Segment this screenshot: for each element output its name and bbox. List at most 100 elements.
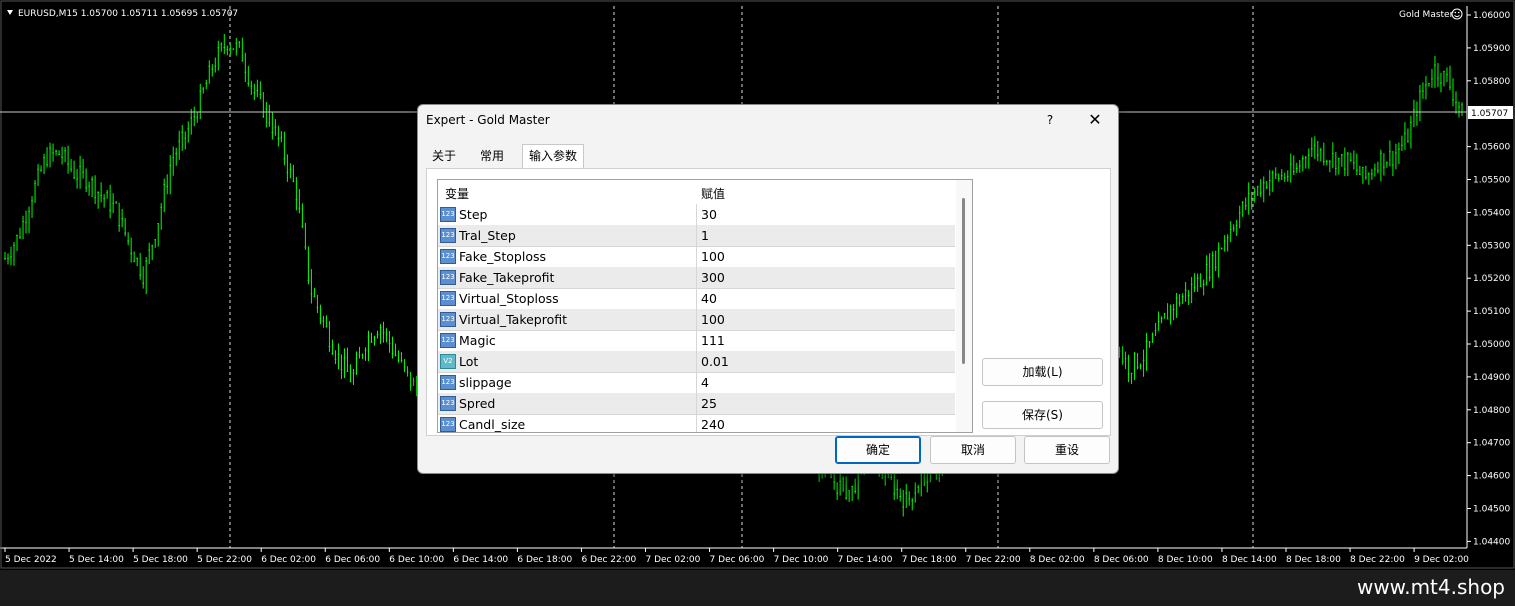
parameter-name: Tral_Step [459, 228, 516, 243]
price-label: 1.04600 [1473, 472, 1510, 482]
current-price-label: 1.05707 [1471, 109, 1508, 119]
price-label: 1.05300 [1473, 241, 1510, 251]
parameter-row[interactable]: 123 Fake_Stoploss 100 [438, 246, 955, 268]
time-label: 6 Dec 02:00 [261, 555, 316, 565]
parameter-name: Magic [459, 333, 496, 348]
smiley-eye-right-icon [1457, 11, 1460, 14]
column-header-variable[interactable]: 变量 [445, 185, 469, 202]
parameter-row[interactable]: 123 Candl_size 240 [438, 414, 956, 432]
ea-name-label: Gold Master [1399, 10, 1454, 20]
inputs-panel: 变量 赋值 123 Step 30 123 Tral_Step 1 123 Fake_Stop… [426, 168, 1111, 436]
parameter-row[interactable]: 123 Spred 25 [438, 393, 955, 415]
parameter-value[interactable]: 1 [696, 225, 956, 246]
parameter-row[interactable]: 123 Virtual_Stoploss 40 [438, 288, 955, 310]
parameter-name: Candl_size [459, 417, 526, 432]
time-label: 8 Dec 06:00 [1094, 555, 1149, 565]
integer-type-icon: 123 [440, 291, 456, 306]
parameter-row[interactable]: 123 slippage 4 [438, 372, 955, 394]
parameter-value[interactable]: 100 [696, 309, 956, 330]
smiley-eye-left-icon [1454, 11, 1457, 14]
time-label: 7 Dec 06:00 [710, 555, 765, 565]
tab-common[interactable]: 常用 [474, 145, 510, 167]
parameter-name: Fake_Takeprofit [459, 270, 555, 285]
time-label: 7 Dec 18:00 [902, 555, 957, 565]
parameter-name: slippage [459, 375, 512, 390]
time-label: 6 Dec 06:00 [325, 555, 380, 565]
parameter-row[interactable]: 123 Magic 111 [438, 330, 955, 352]
integer-type-icon: 123 [440, 333, 456, 348]
time-label: 6 Dec 14:00 [453, 555, 508, 565]
time-label: 8 Dec 18:00 [1286, 555, 1341, 565]
parameter-row[interactable]: 123 Virtual_Takeprofit 100 [438, 309, 955, 331]
parameters-grid[interactable]: 变量 赋值 123 Step 30 123 Tral_Step 1 123 Fake_Stop… [437, 179, 973, 433]
ok-button[interactable]: 确定 [835, 436, 921, 464]
grid-scrollbar-thumb[interactable] [962, 198, 965, 364]
price-label: 1.05000 [1473, 340, 1510, 350]
parameter-row[interactable]: 123 Step 30 [438, 204, 955, 226]
parameter-value[interactable]: 300 [696, 267, 956, 288]
ea-indicator[interactable]: Gold Master [1399, 8, 1463, 20]
price-label: 1.04500 [1473, 505, 1510, 515]
parameter-name: Lot [459, 354, 479, 369]
integer-type-icon: 123 [440, 207, 456, 222]
dialog-titlebar[interactable]: Expert - Gold Master ? ✕ [418, 105, 1118, 135]
column-header-value[interactable]: 赋值 [701, 185, 725, 202]
parameter-value[interactable]: 25 [696, 393, 956, 414]
time-label: 8 Dec 10:00 [1158, 555, 1213, 565]
close-icon: ✕ [1088, 110, 1102, 129]
price-label: 1.05100 [1473, 307, 1510, 317]
parameter-name: Virtual_Stoploss [459, 291, 559, 306]
parameter-name: Virtual_Takeprofit [459, 312, 568, 327]
time-label: 7 Dec 02:00 [646, 555, 701, 565]
time-label: 6 Dec 18:00 [517, 555, 572, 565]
help-button[interactable]: ? [1036, 109, 1064, 131]
tab-inputs[interactable]: 输入参数 [522, 144, 585, 169]
integer-type-icon: 123 [440, 249, 456, 264]
parameter-row[interactable]: 123 Tral_Step 1 [438, 225, 955, 247]
integer-type-icon: 123 [440, 228, 456, 243]
symbol-header-text: EURUSD,M15 1.05700 1.05711 1.05695 1.057… [18, 9, 238, 19]
time-label: 5 Dec 18:00 [133, 555, 188, 565]
time-label: 8 Dec 02:00 [1030, 555, 1085, 565]
price-label: 1.04400 [1473, 537, 1510, 547]
price-label: 1.04900 [1473, 373, 1510, 383]
price-label: 1.05600 [1473, 143, 1510, 153]
time-label: 9 Dec 02:00 [1414, 555, 1469, 565]
time-label: 6 Dec 22:00 [581, 555, 636, 565]
price-label: 1.05500 [1473, 176, 1510, 186]
double-type-icon: V2 [440, 354, 456, 369]
time-label: 5 Dec 2022 [5, 555, 57, 565]
time-label: 8 Dec 14:00 [1222, 555, 1277, 565]
watermark-bar: www.mt4.shop [0, 570, 1515, 606]
parameter-row[interactable]: V2 Lot 0.01 [438, 351, 955, 373]
parameter-value[interactable]: 240 [696, 414, 956, 432]
tab-about[interactable]: 关于 [426, 145, 462, 167]
load-button[interactable]: 加载(L) [982, 358, 1103, 386]
save-button[interactable]: 保存(S) [982, 401, 1103, 429]
parameter-value[interactable]: 111 [696, 330, 956, 351]
parameter-value[interactable]: 4 [696, 372, 956, 393]
integer-type-icon: 123 [440, 312, 456, 327]
price-label: 1.05200 [1473, 274, 1510, 284]
time-label: 5 Dec 14:00 [69, 555, 124, 565]
price-label: 1.05400 [1473, 208, 1510, 218]
parameter-value[interactable]: 30 [696, 204, 956, 225]
grid-scrollbar[interactable] [956, 180, 972, 432]
parameter-row[interactable]: 123 Fake_Takeprofit 300 [438, 267, 955, 289]
symbol-header[interactable]: EURUSD,M15 1.05700 1.05711 1.05695 1.057… [7, 9, 238, 19]
integer-type-icon: 123 [440, 375, 456, 390]
time-label: 6 Dec 10:00 [389, 555, 444, 565]
parameter-value[interactable]: 100 [696, 246, 956, 267]
grid-header: 变量 赋值 [438, 180, 972, 203]
watermark-text: www.mt4.shop [1356, 575, 1505, 599]
close-button[interactable]: ✕ [1080, 109, 1110, 131]
reset-button[interactable]: 重设 [1024, 436, 1110, 464]
time-label: 7 Dec 22:00 [966, 555, 1021, 565]
parameter-value[interactable]: 40 [696, 288, 956, 309]
cancel-button[interactable]: 取消 [930, 436, 1016, 464]
price-label: 1.06000 [1473, 11, 1510, 21]
price-label: 1.04700 [1473, 439, 1510, 449]
parameter-value[interactable]: 0.01 [696, 351, 956, 372]
expert-properties-dialog[interactable]: Expert - Gold Master ? ✕ 关于 常用 输入参数 变量 赋… [417, 104, 1119, 474]
time-label: 5 Dec 22:00 [197, 555, 252, 565]
